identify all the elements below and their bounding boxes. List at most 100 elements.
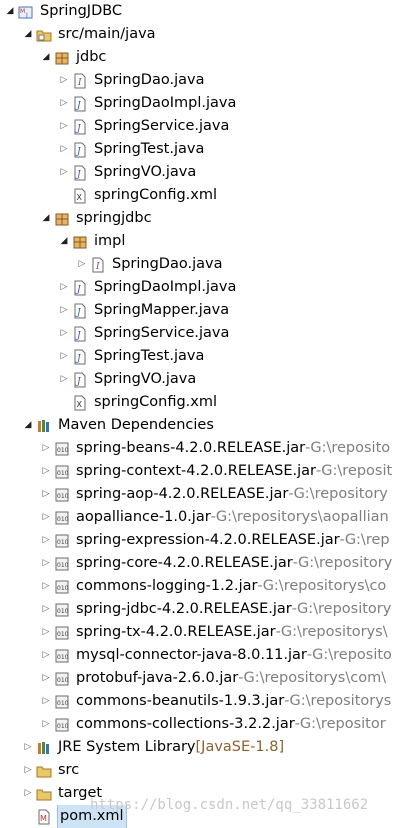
tree-item[interactable]: XspringConfig.xml xyxy=(0,391,406,414)
tree-item-label: SpringVO.java xyxy=(94,371,197,387)
tree-item[interactable]: ▷ 010 spring-aop-4.2.0.RELEASE.jar - G:\re… xyxy=(0,483,406,506)
tree-item-label: pom.xml xyxy=(57,805,127,828)
tree-item[interactable]: ▷ 010 aopalliance-1.0.jar - G:\repositorys… xyxy=(0,506,406,529)
tree-item[interactable]: ▷ J SpringMapper.java xyxy=(0,299,406,322)
expand-toggle-icon[interactable]: ▷ xyxy=(76,253,88,276)
package-icon xyxy=(72,234,88,250)
collapse-toggle-icon[interactable]: ◢ xyxy=(40,46,52,69)
tree-item[interactable]: ▷ 010 spring-jdbc-4.2.0.RELEASE.jar - G:\r… xyxy=(0,598,406,621)
expand-toggle-icon[interactable]: ▷ xyxy=(58,138,70,161)
expand-toggle-icon[interactable]: ▷ xyxy=(58,345,70,368)
collapse-toggle-icon[interactable]: ◢ xyxy=(22,414,34,437)
package-icon xyxy=(54,211,70,227)
tree-item-label: springConfig.xml xyxy=(94,394,218,410)
tree-item-label: src xyxy=(58,762,80,778)
tree-item[interactable]: ▷ 010 commons-logging-1.2.jar - G:\reposit… xyxy=(0,575,406,598)
tree-item[interactable]: XspringConfig.xml xyxy=(0,184,406,207)
expand-toggle-icon[interactable]: ▷ xyxy=(22,759,34,782)
expand-toggle-icon[interactable]: ▷ xyxy=(58,276,70,299)
tree-item[interactable]: ▷ JRE System Library [JavaSE-1.8] xyxy=(0,736,406,759)
expand-toggle-icon[interactable]: ▷ xyxy=(58,69,70,92)
tree-item[interactable]: ▷ J SpringService.java xyxy=(0,115,406,138)
jar-path: G:\repositorys\com\ xyxy=(243,670,387,686)
tree-item[interactable]: ◢ springjdbc xyxy=(0,207,406,230)
tree-item[interactable]: ▷ 010 commons-beanutils-1.9.3.jar - G:\rep… xyxy=(0,690,406,713)
tree-item[interactable]: ◢ Maven Dependencies xyxy=(0,414,406,437)
project-explorer-tree: ◢ M J SpringJDBC ◢ src/main/java ◢ jdbc ▷ I Spring… xyxy=(0,0,406,828)
expand-toggle-icon[interactable]: ▷ xyxy=(58,115,70,138)
expand-toggle-icon[interactable]: ▷ xyxy=(58,92,70,115)
tree-item[interactable]: ▷ I SpringDao.java xyxy=(0,69,406,92)
tree-item-label: spring-expression-4.2.0.RELEASE.jar xyxy=(76,532,340,548)
tree-item-label: spring-aop-4.2.0.RELEASE.jar xyxy=(76,486,289,502)
expand-toggle-icon[interactable]: ▷ xyxy=(40,506,52,529)
svg-text:I: I xyxy=(77,78,82,88)
tree-item[interactable]: ▷ 010 spring-context-4.2.0.RELEASE.jar - G… xyxy=(0,460,406,483)
tree-item[interactable]: ▷ 010 spring-expression-4.2.0.RELEASE.jar … xyxy=(0,529,406,552)
java-file-icon: J xyxy=(72,119,88,135)
tree-item[interactable]: ◢ src/main/java xyxy=(0,23,406,46)
expand-toggle-icon[interactable]: ▷ xyxy=(22,782,34,805)
expand-toggle-icon[interactable]: ▷ xyxy=(40,483,52,506)
collapse-toggle-icon[interactable]: ◢ xyxy=(40,207,52,230)
svg-text:J: J xyxy=(25,12,28,19)
expand-toggle-icon[interactable]: ▷ xyxy=(58,322,70,345)
collapse-toggle-icon[interactable]: ◢ xyxy=(22,23,34,46)
collapse-toggle-icon[interactable]: ◢ xyxy=(4,0,16,23)
tree-item[interactable]: ▷ 010 mysql-connector-java-8.0.11.jar - G:… xyxy=(0,644,406,667)
tree-item[interactable]: ▷ 010 commons-collections-3.2.2.jar - G:\r… xyxy=(0,713,406,736)
tree-item[interactable]: ▷ J SpringVO.java xyxy=(0,161,406,184)
jar-icon: 010 xyxy=(54,694,70,710)
java-file-icon: J xyxy=(72,280,88,296)
expand-toggle-icon[interactable]: ▷ xyxy=(40,575,52,598)
library-icon xyxy=(36,740,52,756)
tree-item[interactable]: ▷ J SpringTest.java xyxy=(0,138,406,161)
tree-item-label: protobuf-java-2.6.0.jar xyxy=(76,670,239,686)
tree-item[interactable]: ▷ J SpringVO.java xyxy=(0,368,406,391)
expand-toggle-icon[interactable]: ▷ xyxy=(40,437,52,460)
expand-toggle-icon[interactable]: ▷ xyxy=(40,460,52,483)
svg-text:010: 010 xyxy=(57,516,69,523)
expand-toggle-icon[interactable]: ▷ xyxy=(40,713,52,736)
tree-item[interactable]: ◢ M J SpringJDBC xyxy=(0,0,406,23)
toggle-spacer xyxy=(58,391,70,414)
tree-item[interactable]: ▷ J SpringService.java xyxy=(0,322,406,345)
expand-toggle-icon[interactable]: ▷ xyxy=(40,598,52,621)
tree-item[interactable]: Mpom.xml xyxy=(0,805,406,828)
tree-item[interactable]: ▷ 010 spring-beans-4.2.0.RELEASE.jar - G:\… xyxy=(0,437,406,460)
expand-toggle-icon[interactable]: ▷ xyxy=(40,667,52,690)
expand-toggle-icon[interactable]: ▷ xyxy=(40,552,52,575)
tree-item[interactable]: ▷ I SpringDao.java xyxy=(0,253,406,276)
expand-toggle-icon[interactable]: ▷ xyxy=(40,644,52,667)
tree-item[interactable]: ▷ 010 protobuf-java-2.6.0.jar - G:\reposit… xyxy=(0,667,406,690)
tree-item[interactable]: ▷ 010 spring-tx-4.2.0.RELEASE.jar - G:\rep… xyxy=(0,621,406,644)
expand-toggle-icon[interactable]: ▷ xyxy=(40,621,52,644)
tree-item[interactable]: ◢ jdbc xyxy=(0,46,406,69)
svg-text:X: X xyxy=(77,193,83,202)
collapse-toggle-icon[interactable]: ◢ xyxy=(58,230,70,253)
tree-item[interactable]: ▷ J SpringDaoImpl.java xyxy=(0,276,406,299)
tree-item[interactable]: ▷ J SpringTest.java xyxy=(0,345,406,368)
jar-icon: 010 xyxy=(54,487,70,503)
svg-text:I: I xyxy=(95,262,100,272)
tree-item[interactable]: ▷ src xyxy=(0,759,406,782)
expand-toggle-icon[interactable]: ▷ xyxy=(58,299,70,322)
expand-toggle-icon[interactable]: ▷ xyxy=(40,529,52,552)
expand-toggle-icon[interactable]: ▷ xyxy=(58,368,70,391)
expand-toggle-icon[interactable]: ▷ xyxy=(58,161,70,184)
jar-icon: 010 xyxy=(54,648,70,664)
tree-item[interactable]: ◢ impl xyxy=(0,230,406,253)
interface-file-icon: I xyxy=(90,257,106,273)
svg-text:M: M xyxy=(40,814,47,823)
tree-item-label: SpringTest.java xyxy=(94,348,205,364)
tree-item-label: commons-logging-1.2.jar xyxy=(76,578,258,594)
tree-item[interactable]: ▷ J SpringDaoImpl.java xyxy=(0,92,406,115)
expand-toggle-icon[interactable]: ▷ xyxy=(22,736,34,759)
svg-text:M: M xyxy=(20,8,25,15)
tree-item[interactable]: ▷ target xyxy=(0,782,406,805)
tree-item-label: SpringService.java xyxy=(94,118,230,134)
svg-text:010: 010 xyxy=(57,723,69,730)
tree-item-label: SpringDao.java xyxy=(112,256,223,272)
expand-toggle-icon[interactable]: ▷ xyxy=(40,690,52,713)
tree-item[interactable]: ▷ 010 spring-core-4.2.0.RELEASE.jar - G:\r… xyxy=(0,552,406,575)
